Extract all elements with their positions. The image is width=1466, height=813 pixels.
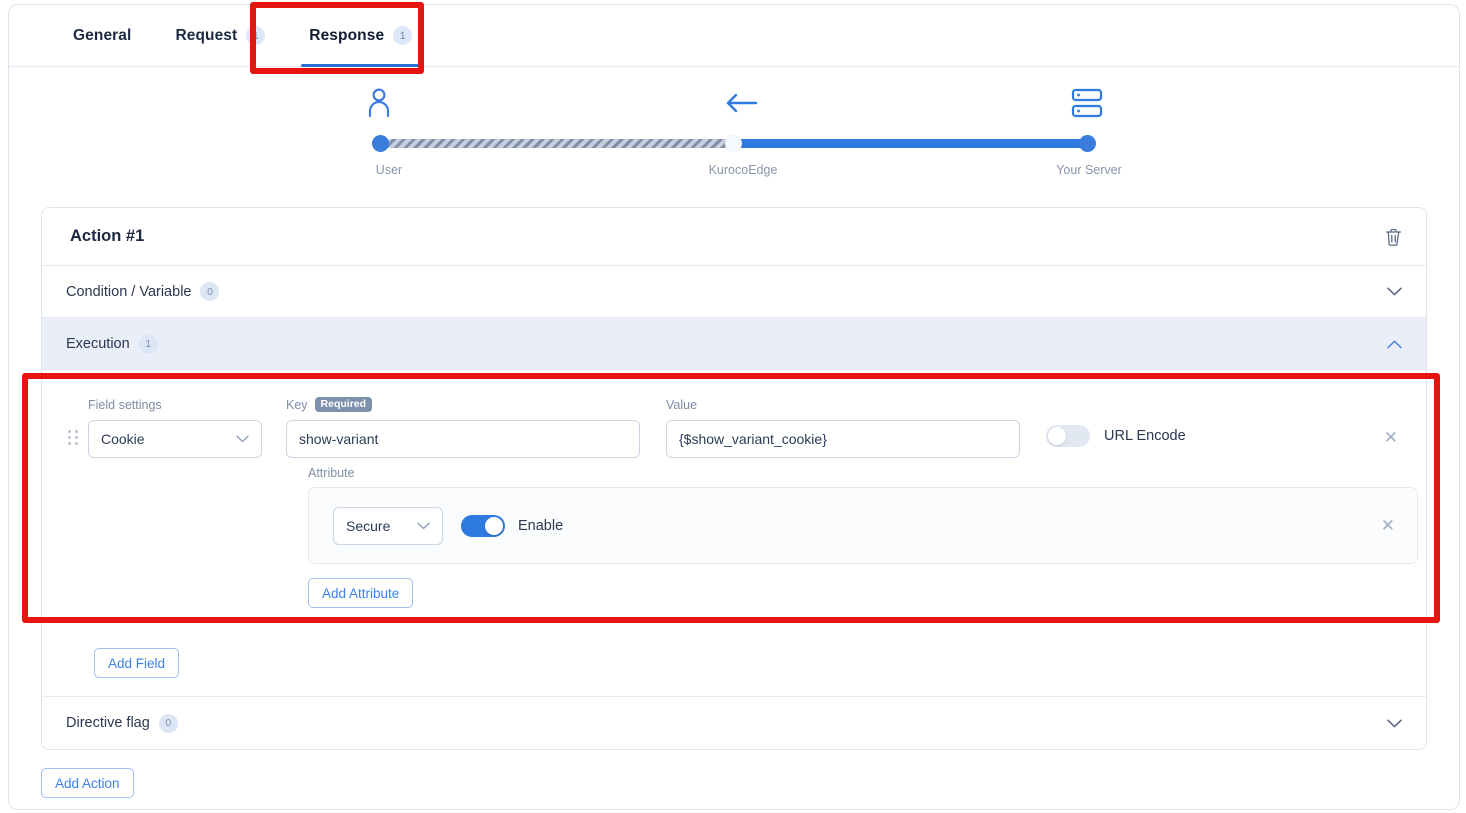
add-field-wrap: Add Field xyxy=(42,632,1426,697)
section-directive-flag[interactable]: Directive flag 0 xyxy=(42,697,1426,749)
section-execution-badge: 1 xyxy=(138,334,158,354)
field-settings-group: Field settings Cookie xyxy=(88,396,262,458)
flow-node-kurocoedge xyxy=(725,135,742,152)
trash-icon[interactable] xyxy=(1385,228,1402,246)
tab-request-badge: 1 xyxy=(246,26,266,45)
attribute-row: Secure Enable ✕ xyxy=(308,487,1418,564)
server-stack-icon xyxy=(1071,87,1103,124)
key-label: Key xyxy=(286,397,308,412)
key-input[interactable]: show-variant xyxy=(286,420,640,458)
field-settings-label: Field settings xyxy=(88,397,162,412)
tab-response[interactable]: Response 1 xyxy=(287,5,434,67)
flow-segment-user-to-edge xyxy=(380,139,734,148)
arrow-left-icon xyxy=(723,89,759,122)
value-group: Value {$show_variant_cookie} xyxy=(666,396,1020,458)
field-settings-value: Cookie xyxy=(101,431,145,447)
chevron-down-icon xyxy=(417,522,430,530)
flow-segment-edge-to-server xyxy=(734,139,1088,148)
flow-caption-kurocoedge: KurocoEdge xyxy=(708,163,778,177)
user-icon xyxy=(366,87,392,122)
section-execution-label: Execution xyxy=(66,336,130,352)
add-field-button[interactable]: Add Field xyxy=(94,648,180,678)
flow-node-your-server xyxy=(1079,135,1096,152)
add-attribute-wrap: Add Attribute xyxy=(42,564,1426,632)
flow-progress-track xyxy=(372,135,1096,152)
flow-caption-user: User xyxy=(375,163,403,177)
action-header: Action #1 xyxy=(42,208,1426,266)
key-input-value: show-variant xyxy=(299,431,379,447)
tab-request[interactable]: Request 1 xyxy=(153,5,287,67)
required-badge: Required xyxy=(314,396,373,413)
tab-general[interactable]: General xyxy=(51,5,153,67)
key-group: Key Required show-variant xyxy=(286,396,640,458)
url-encode-toggle[interactable] xyxy=(1046,425,1090,447)
add-action-wrap: Add Action xyxy=(9,750,1459,798)
value-label: Value xyxy=(666,397,698,412)
flow-caption-your-server: Your Server xyxy=(1056,163,1122,177)
section-condition-variable-label: Condition / Variable xyxy=(66,283,192,300)
field-row: Field settings Cookie Key Required show-… xyxy=(42,396,1426,458)
remove-field-icon[interactable]: ✕ xyxy=(1380,428,1402,448)
section-condition-variable-badge: 0 xyxy=(200,282,220,301)
tab-request-label: Request xyxy=(175,26,238,44)
tab-general-label: General xyxy=(73,26,132,44)
add-attribute-button[interactable]: Add Attribute xyxy=(308,578,414,608)
execution-body: Field settings Cookie Key Required show-… xyxy=(42,370,1426,697)
drag-handle-icon[interactable] xyxy=(62,430,84,445)
value-input[interactable]: {$show_variant_cookie} xyxy=(666,420,1020,458)
flow-node-user xyxy=(372,135,389,152)
tab-bar: General Request 1 Response 1 xyxy=(9,5,1459,67)
attribute-select-value: Secure xyxy=(346,517,391,534)
section-execution[interactable]: Execution 1 xyxy=(42,318,1426,370)
section-condition-variable[interactable]: Condition / Variable 0 xyxy=(42,266,1426,318)
attribute-label: Attribute xyxy=(308,466,355,480)
screenshot-root: General Request 1 Response 1 User Kuroco… xyxy=(0,0,1466,813)
chevron-down-icon xyxy=(236,435,249,443)
value-input-value: {$show_variant_cookie} xyxy=(679,431,827,447)
field-settings-select[interactable]: Cookie xyxy=(88,420,262,458)
attribute-enable-group: Enable xyxy=(461,514,564,537)
chevron-down-icon[interactable] xyxy=(1387,719,1402,728)
key-label-wrap: Key Required xyxy=(286,396,640,413)
remove-attribute-icon[interactable]: ✕ xyxy=(1381,516,1395,536)
section-directive-flag-label: Directive flag xyxy=(66,715,150,731)
action-card: Action #1 Condition / Variable 0 Executi… xyxy=(41,207,1427,750)
add-action-button[interactable]: Add Action xyxy=(41,768,134,798)
attribute-enable-label: Enable xyxy=(518,517,564,534)
section-directive-flag-badge: 0 xyxy=(158,713,178,733)
attribute-enable-toggle[interactable] xyxy=(461,514,505,537)
action-title: Action #1 xyxy=(70,227,145,245)
chevron-up-icon[interactable] xyxy=(1387,340,1402,349)
flow-icons xyxy=(9,87,1459,123)
url-encode-label: URL Encode xyxy=(1104,428,1186,444)
attribute-section: Attribute Secure Enable ✕ xyxy=(42,458,1426,564)
tab-response-badge: 1 xyxy=(393,26,413,45)
url-encode-group: URL Encode xyxy=(1046,425,1186,447)
tab-response-label: Response xyxy=(309,26,385,44)
panel: General Request 1 Response 1 User Kuroco… xyxy=(8,4,1460,810)
request-flow-diagram: User KurocoEdge Your Server xyxy=(9,67,1459,207)
chevron-down-icon[interactable] xyxy=(1387,287,1402,296)
attribute-select[interactable]: Secure xyxy=(333,506,443,545)
